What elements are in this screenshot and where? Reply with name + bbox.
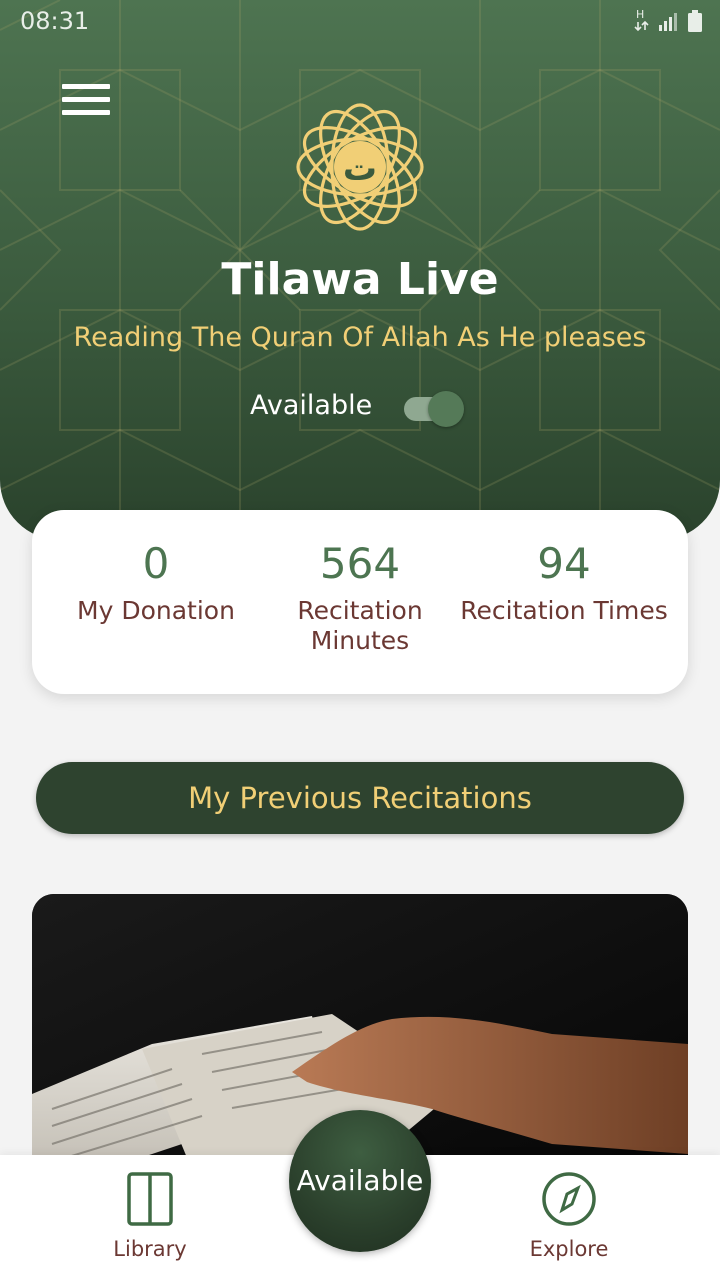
- available-center-button[interactable]: Available: [289, 1110, 431, 1252]
- app-subtitle: Reading The Quran Of Allah As He pleases: [73, 322, 647, 353]
- tilawa-logo-icon: ت: [296, 103, 424, 231]
- stat-recitation-minutes: 564 Recitation Minutes: [250, 538, 470, 656]
- network-arrows-icon: H: [634, 8, 650, 38]
- stat-value: 94: [537, 539, 591, 588]
- logo-glyph: ت: [343, 149, 377, 189]
- menu-icon: [62, 84, 110, 89]
- previous-recitations-button[interactable]: My Previous Recitations: [36, 762, 684, 834]
- stat-recitation-times: 94 Recitation Times: [454, 538, 674, 626]
- library-book-icon: [127, 1172, 173, 1226]
- network-type-label: H: [636, 8, 644, 21]
- stat-label: My Donation: [77, 596, 235, 625]
- stat-value: 0: [142, 539, 170, 588]
- availability-toggle[interactable]: [404, 391, 464, 427]
- status-icons: H: [634, 8, 702, 38]
- status-time: 08:31: [20, 7, 90, 35]
- compass-icon: [542, 1172, 596, 1226]
- stat-label: Recitation Times: [460, 596, 668, 625]
- nav-explore[interactable]: Explore: [509, 1171, 629, 1261]
- nav-library[interactable]: Library: [90, 1171, 210, 1261]
- battery-icon: [688, 10, 702, 38]
- menu-button[interactable]: [62, 84, 112, 118]
- nav-library-label: Library: [113, 1237, 187, 1261]
- nav-explore-label: Explore: [529, 1237, 609, 1261]
- status-bar: 08:31 H: [0, 0, 720, 44]
- stats-card: 0 My Donation 564 Recitation Minutes 94 …: [32, 510, 688, 694]
- stat-donation: 0 My Donation: [46, 538, 266, 626]
- stat-value: 564: [319, 539, 401, 588]
- app-title: Tilawa Live: [221, 254, 499, 305]
- availability-label: Available: [250, 390, 373, 421]
- signal-icon: [658, 10, 680, 38]
- stat-label: Recitation Minutes: [297, 596, 423, 655]
- toggle-knob: [428, 391, 464, 427]
